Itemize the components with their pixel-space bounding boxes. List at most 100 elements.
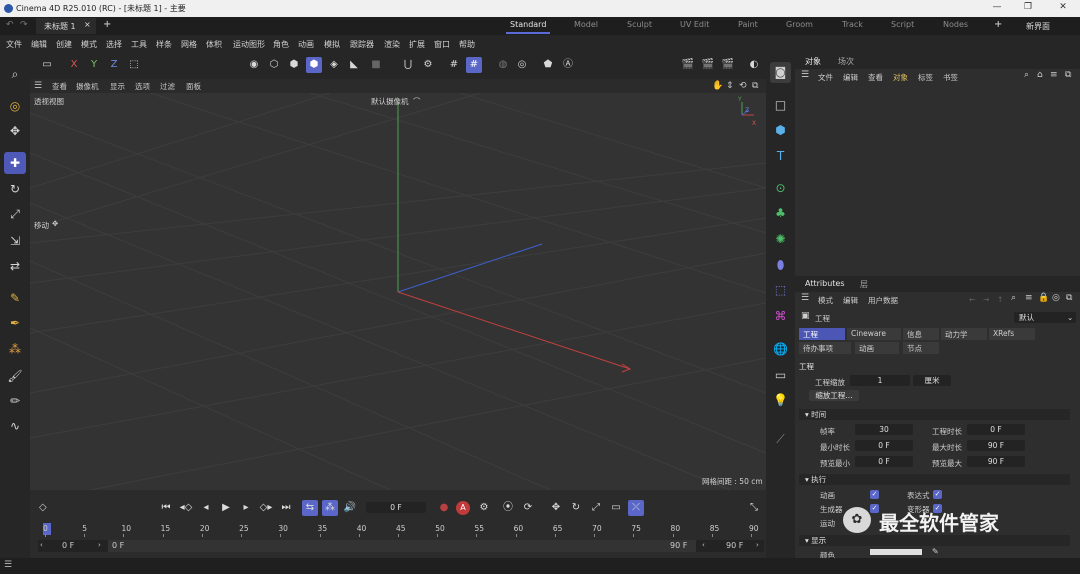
camera-object-icon[interactable]: ▭: [770, 365, 791, 386]
viewport-orbit-icon[interactable]: ⟲: [739, 81, 747, 91]
z-axis-toggle[interactable]: Z: [106, 57, 122, 73]
subtab-dynamics[interactable]: 动力学: [941, 328, 987, 340]
add-layout-button[interactable]: +: [994, 19, 1002, 30]
motion-record-button[interactable]: ⟳: [520, 500, 536, 516]
tab-standard[interactable]: Standard: [510, 20, 546, 29]
mograph-effector-icon[interactable]: ✺: [770, 229, 791, 250]
attribute-lock-icon[interactable]: 🔒: [1038, 293, 1049, 303]
autokey-button[interactable]: A: [456, 501, 470, 515]
soft-selection-icon[interactable]: ◍: [495, 57, 511, 73]
preview-min-field[interactable]: 0 F: [855, 456, 913, 467]
object-hamburger-icon[interactable]: ☰: [801, 70, 809, 80]
render-picture-icon[interactable]: 🎬: [700, 57, 716, 73]
object-filter-icon[interactable]: ≡: [1050, 70, 1058, 80]
nav-back-icon[interactable]: ←: [969, 295, 975, 304]
viewport-menu-panel[interactable]: 面板: [186, 81, 201, 92]
object-home-icon[interactable]: ⌂: [1037, 70, 1043, 80]
tab-groom[interactable]: Groom: [786, 20, 813, 29]
subtab-cineware[interactable]: Cineware: [847, 328, 901, 340]
y-axis-toggle[interactable]: Y: [86, 57, 102, 73]
subdivision-icon[interactable]: ⊙: [770, 178, 791, 199]
prev-key-button[interactable]: ◂◇: [178, 500, 194, 516]
cube-object-icon[interactable]: ⬢: [770, 120, 791, 141]
subtab-xrefs[interactable]: XRefs: [989, 328, 1035, 340]
snap-magnet-icon[interactable]: ⋃: [400, 57, 416, 73]
timeline-expand-icon[interactable]: ⤡: [746, 500, 762, 516]
snap-settings-icon[interactable]: ⚙: [420, 57, 436, 73]
object-menu-tags[interactable]: 标签: [918, 72, 933, 83]
menu-file[interactable]: 文件: [6, 39, 22, 50]
preview-max-field[interactable]: 90 F: [967, 456, 1025, 467]
range-slider-track[interactable]: 0 F 90 F: [108, 540, 696, 552]
uv-mode-icon[interactable]: ◣: [346, 57, 362, 73]
menu-animate[interactable]: 动画: [298, 39, 314, 50]
project-length-field[interactable]: 0 F: [967, 424, 1025, 435]
attribute-target-icon[interactable]: ◎: [1052, 293, 1060, 303]
menu-spline[interactable]: 样条: [156, 39, 172, 50]
timeline-ruler[interactable]: 0 5 10 15 20 25 30 35 40 45 50 55 60 65 70 75 80 85 90: [40, 523, 760, 537]
document-tab-close[interactable]: ×: [84, 20, 91, 29]
section-execution[interactable]: ▾ 执行: [799, 474, 1070, 485]
redo-icon[interactable]: ↷: [20, 20, 28, 30]
viewport-hamburger-icon[interactable]: ☰: [34, 81, 42, 91]
tab-nodes[interactable]: Nodes: [943, 20, 968, 29]
live-selection-icon[interactable]: ◎: [4, 95, 26, 117]
spline-sketch-icon[interactable]: ✒: [4, 312, 26, 334]
attribute-hamburger-icon[interactable]: ☰: [801, 293, 809, 303]
transfer-tool-icon[interactable]: ⇲: [4, 230, 26, 252]
spline-smooth-icon[interactable]: ∿: [4, 415, 26, 437]
add-tab-button[interactable]: +: [103, 19, 111, 30]
goto-end-button[interactable]: ⏭: [278, 500, 294, 516]
volume-builder-icon[interactable]: ⌘: [770, 306, 791, 327]
selection-tool-icon[interactable]: ✥: [4, 120, 26, 142]
minimize-button[interactable]: —: [990, 2, 1004, 14]
play-button[interactable]: ▶: [218, 500, 234, 516]
viewport-menu-view[interactable]: 查看: [52, 81, 67, 92]
pla-key-button[interactable]: ⤫: [628, 500, 644, 516]
menu-render[interactable]: 渲染: [384, 39, 400, 50]
points-mode-icon[interactable]: ◉: [246, 57, 262, 73]
current-frame-field[interactable]: 0 F: [366, 502, 426, 513]
viewport-pan-icon[interactable]: ✋: [712, 81, 723, 91]
subtab-animation[interactable]: 动画: [855, 342, 899, 354]
range-start-value[interactable]: 0 F: [62, 541, 74, 550]
cube-primitive-icon[interactable]: □: [770, 95, 791, 116]
edges-mode-icon[interactable]: ⬡: [266, 57, 282, 73]
subtab-nodes[interactable]: 节点: [903, 342, 939, 354]
tab-layers[interactable]: 层: [860, 279, 868, 290]
viewport-maximize-icon[interactable]: ⧉: [752, 81, 758, 91]
viewport-menu-camera[interactable]: 摄像机: [76, 81, 99, 92]
object-search-icon[interactable]: ⌕: [1024, 70, 1029, 80]
object-menu-view[interactable]: 查看: [868, 72, 883, 83]
perspective-viewport[interactable]: 透视视图 默认摄像机 ⌒ 移动 ✥ Y Z X 网格间距 : 50 cm: [30, 93, 766, 490]
grid-icon[interactable]: #: [446, 57, 462, 73]
tab-script[interactable]: Script: [891, 20, 914, 29]
menu-select[interactable]: 选择: [106, 39, 122, 50]
tab-takes[interactable]: 场次: [838, 56, 854, 67]
subtab-info[interactable]: 信息: [903, 328, 939, 340]
range-start-left-icon[interactable]: ‹: [40, 541, 43, 549]
coordinate-system-icon[interactable]: ⬚: [126, 57, 142, 73]
polygons-mode-icon[interactable]: ⬢: [286, 57, 302, 73]
tab-paint[interactable]: Paint: [738, 20, 758, 29]
object-menu-object[interactable]: 对象: [893, 72, 908, 83]
tab-model[interactable]: Model: [574, 20, 598, 29]
menu-simulate[interactable]: 模拟: [324, 39, 340, 50]
timeline-range-bar[interactable]: ‹ 0 F › 0 F 90 F ‹ 90 F ›: [38, 540, 764, 552]
object-new-window-icon[interactable]: ⧉: [1065, 70, 1071, 80]
camera-link-icon[interactable]: ⌒: [413, 96, 421, 107]
object-menu-edit[interactable]: 编辑: [843, 72, 858, 83]
menu-character[interactable]: 角色: [273, 39, 289, 50]
preset-dropdown[interactable]: 默认 ⌄: [1014, 312, 1076, 323]
range-end-value[interactable]: 90 F: [726, 541, 743, 550]
menu-mograph[interactable]: 运动图形: [233, 39, 265, 50]
tab-track[interactable]: Track: [842, 20, 863, 29]
record-disabled-button[interactable]: ●: [436, 500, 452, 516]
attribute-filter-icon[interactable]: ≡: [1025, 293, 1033, 303]
range-end-right-icon[interactable]: ›: [756, 541, 759, 549]
scale-tool-icon[interactable]: ⤢: [4, 203, 26, 225]
attribute-new-window-icon[interactable]: ⧉: [1066, 293, 1072, 303]
attribute-search-icon[interactable]: ⌕: [1011, 293, 1016, 303]
search-icon[interactable]: ⌕: [4, 63, 26, 85]
tab-sculpt[interactable]: Sculpt: [627, 20, 652, 29]
